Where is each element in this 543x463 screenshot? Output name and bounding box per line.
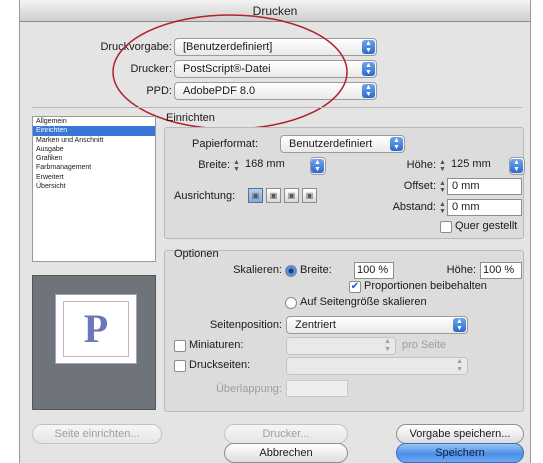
height-label: Höhe: [406,159,436,171]
width-field[interactable]: 168 mm [241,157,303,174]
offset-stepper-icon[interactable]: ▲ ▼ [438,180,447,195]
position-value: Zentriert [295,319,336,331]
orientation-portrait-reversed-icon[interactable]: ▣ [284,188,299,203]
fit-page-label: Auf Seitengröße skalieren [300,296,427,308]
keep-proportions-checkbox[interactable]: ✔ [349,281,361,293]
landscape-checkbox[interactable] [440,221,452,233]
category-list: Allgemein Einrichten Marken und Anschnit… [32,116,156,262]
scale-width-label: Breite: [300,264,332,276]
paper-size-label: Papierformat: [192,138,259,150]
thumbnails-checkbox[interactable] [174,340,186,352]
disabled-arrows-icon: ▲ ▼ [384,338,391,353]
scale-label: Skalieren: [233,264,282,276]
landscape-label: Quer gestellt [455,220,518,232]
page-preview: P [32,275,156,410]
overlap-field[interactable] [286,380,348,397]
height-stepper-icon[interactable]: ▲ ▼ [438,159,447,174]
tile-select[interactable]: ▲ ▼ [286,357,468,375]
sidebar-item-uebersicht[interactable]: Übersicht [33,182,155,191]
scale-height-field[interactable]: 100 % [480,262,522,279]
sidebar-item-farbmanagement[interactable]: Farbmanagement [33,163,155,172]
orientation-label: Ausrichtung: [174,190,236,202]
offset-field[interactable]: 0 mm [447,178,522,195]
save-button[interactable]: Speichern [396,443,524,463]
sidebar-item-marken[interactable]: Marken und Anschnitt [33,136,155,145]
popup-arrows-icon: ▲ ▼ [510,159,523,173]
printer-button[interactable]: Drucker... [224,424,348,444]
sidebar-item-grafiken[interactable]: Grafiken [33,154,155,163]
sidebar-item-allgemein[interactable]: Allgemein [33,117,155,126]
save-preset-button[interactable]: Vorgabe speichern... [396,424,524,444]
orientation-landscape-reversed-icon[interactable]: ▣ [302,188,317,203]
fit-page-radio[interactable] [285,297,297,309]
sidebar-item-ausgabe[interactable]: Ausgabe [33,145,155,154]
cancel-button[interactable]: Abbrechen [224,443,348,463]
einrichten-heading: Einrichten [166,112,215,124]
width-label: Breite: [198,159,230,171]
height-field[interactable]: 125 mm [447,157,509,174]
tile-label: Druckseiten: [189,359,251,371]
popup-arrows-icon: ▲ ▼ [362,84,375,98]
scale-width-field[interactable]: 100 % [354,262,394,279]
optionen-heading: Optionen [174,248,219,260]
sidebar-item-erweitert[interactable]: Erweitert [33,173,155,182]
thumbnails-select[interactable]: ▲ ▼ [286,337,396,355]
sidebar-item-einrichten[interactable]: Einrichten [33,126,155,136]
tile-checkbox[interactable] [174,360,186,372]
position-select[interactable]: Zentriert ▲ ▼ [286,316,468,334]
paper-size-value: Benutzerdefiniert [289,138,373,150]
orientation-landscape-icon[interactable]: ▣ [266,188,281,203]
overlap-label: Überlappung: [215,383,282,395]
gap-field[interactable]: 0 mm [447,199,522,216]
popup-arrows-icon: ▲ ▼ [311,159,324,173]
scale-width-radio[interactable] [285,265,297,277]
popup-arrows-icon: ▲ ▼ [453,318,466,332]
preview-paper: P [55,294,137,364]
position-label: Seitenposition: [209,319,282,331]
orientation-portrait-icon[interactable]: ▣ [248,188,263,203]
popup-arrows-icon: ▲ ▼ [362,62,375,76]
width-stepper-icon[interactable]: ▲ ▼ [232,159,241,174]
paper-size-select[interactable]: Benutzerdefiniert ▲ ▼ [280,135,405,153]
print-dialog: Drucken Druckvorgabe: [Benutzerdefiniert… [19,0,531,463]
width-unit-select[interactable]: ▲ ▼ [310,157,326,175]
thumbnails-label: Miniaturen: [189,339,244,351]
keep-proportions-label: Proportionen beibehalten [364,280,487,292]
gap-label: Abstand: [392,201,436,213]
disabled-arrows-icon: ▲ ▼ [456,358,463,373]
preview-letter: P [63,301,129,357]
per-page-label: pro Seite [402,339,447,351]
scale-height-label: Höhe: [446,264,476,276]
page-setup-button[interactable]: Seite einrichten... [32,424,162,444]
divider [32,107,522,108]
offset-label: Offset: [403,180,436,192]
popup-arrows-icon: ▲ ▼ [362,40,375,54]
height-unit-select[interactable]: ▲ ▼ [509,157,525,175]
popup-arrows-icon: ▲ ▼ [390,137,403,151]
gap-stepper-icon[interactable]: ▲ ▼ [438,201,447,216]
